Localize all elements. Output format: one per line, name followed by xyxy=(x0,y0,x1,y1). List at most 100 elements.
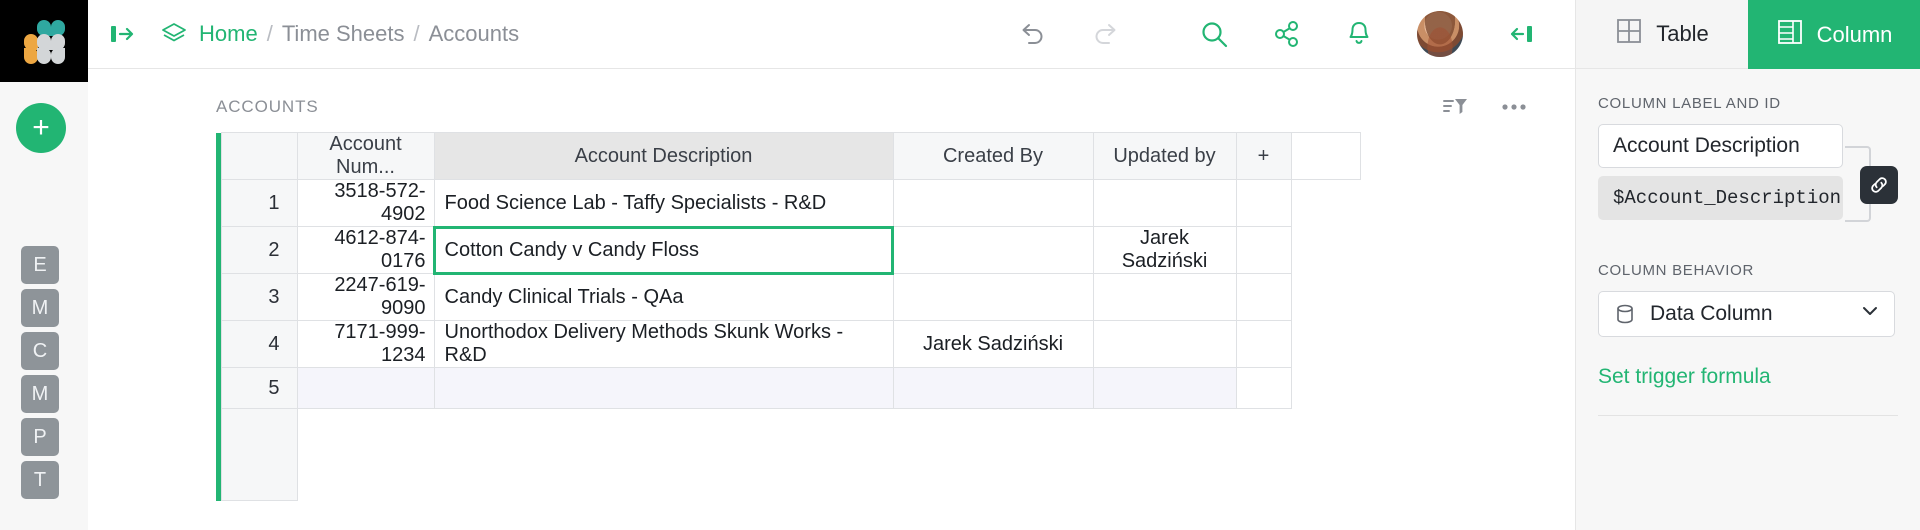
tab-column[interactable]: Column xyxy=(1748,0,1920,69)
collapse-panel-icon[interactable] xyxy=(1485,22,1557,46)
header-row: Account Num... Account Description Creat… xyxy=(216,133,1360,180)
cell-account-description-selected[interactable]: Cotton Candy v Candy Floss xyxy=(434,227,893,274)
rail-tile-p[interactable]: P xyxy=(21,418,59,456)
column-icon xyxy=(1776,18,1804,52)
cell-spacer xyxy=(1236,227,1291,274)
breadcrumb-time-sheets[interactable]: Time Sheets xyxy=(282,21,405,47)
main-area: Home / Time Sheets / Accounts xyxy=(88,0,1575,530)
header-updated-by[interactable]: Updated by xyxy=(1093,133,1236,180)
right-panel: Table Column COLUMN LABEL AND ID Account… xyxy=(1575,0,1920,530)
cell-spacer xyxy=(1236,274,1291,321)
row-tail xyxy=(1291,321,1360,368)
link-chain-icon[interactable] xyxy=(1860,166,1898,204)
rail-tile-label: M xyxy=(32,383,49,406)
add-column-button[interactable]: + xyxy=(1236,133,1291,180)
label-id-group: Account Description $Account_Description xyxy=(1598,124,1898,220)
header-tail xyxy=(1291,133,1360,180)
column-id-value: $Account_Description xyxy=(1613,187,1841,209)
cell-account-number[interactable] xyxy=(297,368,434,409)
panel-divider xyxy=(1598,415,1898,416)
cell-account-description[interactable]: Food Science Lab - Taffy Specialists - R… xyxy=(434,180,893,227)
cell-spacer xyxy=(1236,321,1291,368)
row-number[interactable]: 2 xyxy=(221,227,297,274)
grid-filler-row xyxy=(216,409,1360,501)
cell-account-number[interactable]: 7171-999-1234 xyxy=(297,321,434,368)
header-created-by[interactable]: Created By xyxy=(893,133,1093,180)
rail-tile-m2[interactable]: M xyxy=(21,375,59,413)
table-row: 4 7171-999-1234 Unorthodox Delivery Meth… xyxy=(216,321,1360,368)
row-number[interactable]: 4 xyxy=(221,321,297,368)
cell-account-number[interactable]: 3518-572-4902 xyxy=(297,180,434,227)
cell-created-by[interactable] xyxy=(893,368,1093,409)
rail-tile-label: E xyxy=(33,254,46,277)
more-options-icon[interactable] xyxy=(1499,102,1529,112)
breadcrumb-separator: / xyxy=(414,21,420,47)
rail-tile-label: C xyxy=(33,340,47,363)
filler-cell xyxy=(893,409,1093,501)
rail-tile-m1[interactable]: M xyxy=(21,289,59,327)
rail-tile-c[interactable]: C xyxy=(21,332,59,370)
top-toolbar: Home / Time Sheets / Accounts xyxy=(88,0,1575,69)
set-trigger-formula-link[interactable]: Set trigger formula xyxy=(1598,365,1898,389)
filler-rownum xyxy=(221,409,297,501)
filler-cell xyxy=(1236,409,1291,501)
add-new-label: + xyxy=(32,113,50,143)
page-title: ACCOUNTS xyxy=(216,97,319,117)
tab-table-label: Table xyxy=(1656,21,1709,47)
share-icon[interactable] xyxy=(1251,20,1323,48)
rail-tile-t[interactable]: T xyxy=(21,461,59,499)
breadcrumb-accounts[interactable]: Accounts xyxy=(429,21,520,47)
row-tail xyxy=(1291,368,1360,409)
database-icon xyxy=(1613,302,1637,326)
redo-icon[interactable] xyxy=(1069,20,1143,48)
row-number[interactable]: 1 xyxy=(221,180,297,227)
add-new-button[interactable]: + xyxy=(16,103,66,153)
undo-icon[interactable] xyxy=(995,20,1069,48)
cell-created-by[interactable] xyxy=(893,274,1093,321)
cell-updated-by[interactable]: Jarek Sadziński xyxy=(1093,227,1236,274)
cell-account-description[interactable] xyxy=(434,368,893,409)
column-label-input[interactable]: Account Description xyxy=(1598,124,1843,168)
cell-created-by[interactable] xyxy=(893,227,1093,274)
cell-updated-by[interactable] xyxy=(1093,321,1236,368)
grid-body: 1 3518-572-4902 Food Science Lab - Taffy… xyxy=(216,180,1360,501)
rail-tile-e[interactable]: E xyxy=(21,246,59,284)
table-row-new: 5 xyxy=(216,368,1360,409)
cell-account-description[interactable]: Unorthodox Delivery Methods Skunk Works … xyxy=(434,321,893,368)
column-id-input[interactable]: $Account_Description xyxy=(1598,176,1843,220)
cell-account-number[interactable]: 2247-619-9090 xyxy=(297,274,434,321)
sheet-header: ACCOUNTS xyxy=(88,69,1575,119)
layers-icon[interactable] xyxy=(160,21,188,47)
column-behavior-select[interactable]: Data Column xyxy=(1598,291,1895,337)
table-row: 3 2247-619-9090 Candy Clinical Trials - … xyxy=(216,274,1360,321)
user-avatar[interactable] xyxy=(1417,11,1463,57)
cell-account-description[interactable]: Candy Clinical Trials - QAa xyxy=(434,274,893,321)
app-root: + E M C M P T Home / Time Sheets / Accou xyxy=(0,0,1920,530)
table-grid-icon xyxy=(1615,17,1643,51)
header-account-description[interactable]: Account Description xyxy=(434,133,893,180)
search-icon[interactable] xyxy=(1143,19,1251,49)
breadcrumb-separator: / xyxy=(267,21,273,47)
grid-wrapper: Account Num... Account Description Creat… xyxy=(88,119,1575,501)
row-tail xyxy=(1291,274,1360,321)
breadcrumb-home[interactable]: Home xyxy=(199,21,258,47)
cell-created-by[interactable] xyxy=(893,180,1093,227)
cell-updated-by[interactable] xyxy=(1093,368,1236,409)
row-number[interactable]: 3 xyxy=(221,274,297,321)
filler-cell xyxy=(434,409,893,501)
table-row: 2 4612-874-0176 Cotton Candy v Candy Flo… xyxy=(216,227,1360,274)
cell-updated-by[interactable] xyxy=(1093,274,1236,321)
table-row: 1 3518-572-4902 Food Science Lab - Taffy… xyxy=(216,180,1360,227)
tab-table[interactable]: Table xyxy=(1576,0,1748,69)
sort-filter-icon[interactable] xyxy=(1441,95,1469,119)
rail-tile-label: M xyxy=(32,297,49,320)
tab-column-label: Column xyxy=(1817,22,1893,48)
cell-updated-by[interactable] xyxy=(1093,180,1236,227)
notification-bell-icon[interactable] xyxy=(1323,19,1395,49)
row-number[interactable]: 5 xyxy=(221,368,297,409)
cell-created-by[interactable]: Jarek Sadziński xyxy=(893,321,1093,368)
app-logo[interactable] xyxy=(0,0,88,82)
enter-arrow-icon[interactable] xyxy=(110,23,136,45)
cell-account-number[interactable]: 4612-874-0176 xyxy=(297,227,434,274)
header-account-number[interactable]: Account Num... xyxy=(297,133,434,180)
